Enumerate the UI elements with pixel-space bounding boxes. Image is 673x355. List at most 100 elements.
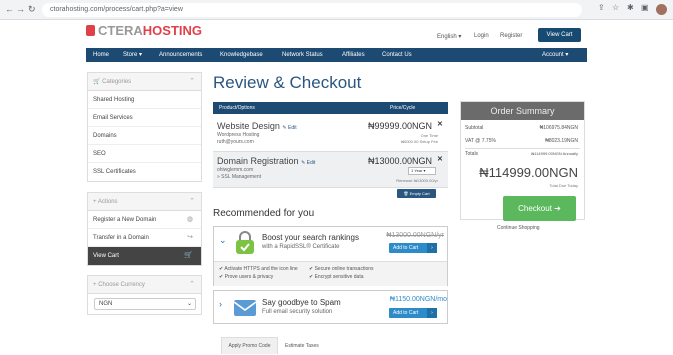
nav-contact-us[interactable]: Contact Us <box>382 48 412 62</box>
sidebar-icon[interactable]: ▣ <box>641 3 649 12</box>
sidebar-item-view-cart[interactable]: View Cart 🛒 <box>88 247 201 265</box>
nav-network-status[interactable]: Network Status <box>282 48 323 62</box>
vat-value: ₦8023.19NGN <box>545 138 578 144</box>
billing-cycle-select[interactable]: 1 Year ▾ <box>408 167 436 175</box>
add-to-cart-button[interactable]: Add to Cart › <box>389 308 437 318</box>
nav-affiliates[interactable]: Affiliates <box>342 48 365 62</box>
remove-item-icon[interactable]: ✕ <box>437 120 443 128</box>
empty-cart-button[interactable]: 🗑 Empty Cart <box>397 189 436 198</box>
categories-title: Categories <box>102 79 132 85</box>
register-link[interactable]: Register <box>500 33 522 39</box>
back-icon[interactable]: ← <box>5 4 14 14</box>
cart-item: Website Design ✎ Edit Wordpress Hosting … <box>213 114 448 152</box>
empty-cart-label: Empty Cart <box>409 191 430 196</box>
remove-item-icon[interactable]: ✕ <box>437 155 443 163</box>
share-arrow-icon: ↪ <box>187 234 193 241</box>
col-price: Price/Cycle <box>390 105 416 111</box>
sidebar-item-register-domain[interactable]: Register a New Domain ◍ <box>88 211 201 229</box>
order-summary-title: Order Summary <box>461 102 584 120</box>
item-renewal: Renewal: ₦13000.00/yr <box>396 178 438 183</box>
language-label: English <box>437 34 457 40</box>
tab-apply-promo[interactable]: Apply Promo Code <box>221 337 278 354</box>
cart-table-header: Product/Options Price/Cycle <box>213 102 448 114</box>
cart-item: Domain Registration ✎ Edit ohiwglemm.com… <box>213 152 448 188</box>
item-price: ₦99999.00NGN <box>368 121 433 131</box>
chevron-up-icon: ⌃ <box>189 78 195 85</box>
plus-icon: + <box>93 282 97 288</box>
reload-icon[interactable]: ↻ <box>28 4 36 15</box>
language-selector[interactable]: English ▾ <box>437 33 461 40</box>
nav-account-label: Account <box>542 52 564 58</box>
nav-announcements[interactable]: Announcements <box>159 48 202 62</box>
chevron-up-icon: ⌃ <box>189 281 195 288</box>
edit-link[interactable]: ✎ Edit <box>301 160 315 166</box>
forward-icon[interactable]: → <box>16 4 25 14</box>
edit-link[interactable]: ✎ Edit <box>282 125 296 131</box>
currency-select[interactable]: NGN ⌄ <box>94 298 196 310</box>
actions-header[interactable]: + Actions ⌃ <box>88 193 201 211</box>
actions-panel: + Actions ⌃ Register a New Domain ◍ Transf… <box>87 192 202 266</box>
continue-shopping-link[interactable]: Continue Shopping <box>497 225 540 231</box>
totals-value: ₦114999.00NGN Annually <box>531 151 578 156</box>
subtotal-label: Subtotal <box>465 125 484 131</box>
site-logo[interactable]: CTERAHOSTING <box>86 23 202 41</box>
currency-panel: + Choose Currency ⌃ NGN ⌄ <box>87 275 202 315</box>
item-detail: Wordpress Hosting <box>217 132 260 138</box>
page-title: Review & Checkout <box>213 73 362 92</box>
sidebar-item-shared-hosting[interactable]: Shared Hosting <box>88 91 201 109</box>
subtotal-value: ₦106975.84NGN <box>539 125 578 131</box>
tab-estimate-taxes[interactable]: Estimate Taxes <box>285 343 319 349</box>
item-name: Website Design ✎ Edit <box>217 121 297 131</box>
nav-account[interactable]: Account ▾ <box>542 48 568 62</box>
login-link[interactable]: Login <box>474 33 489 39</box>
address-bar[interactable]: ctorahosting.com/process/cart.php?a=view <box>42 3 582 17</box>
item-name: Domain Registration ✎ Edit <box>217 156 315 166</box>
star-icon[interactable]: ☆ <box>612 3 619 12</box>
nav-knowledgebase[interactable]: Knowledgebase <box>220 48 263 62</box>
total-due-label: Total Due Today <box>549 183 578 188</box>
nav-home[interactable]: Home <box>93 48 109 62</box>
feature-list: ✔ Activate HTTPS and the icon line ✔ Sec… <box>214 261 447 286</box>
item-detail: » SSL Management <box>217 174 262 180</box>
feature-text: Prove users & privacy <box>224 274 274 280</box>
extensions-icon[interactable]: ✱ <box>627 3 634 12</box>
sidebar-item-ssl-certificates[interactable]: SSL Certificates <box>88 163 201 181</box>
categories-header[interactable]: 🛒 Categories ⌃ <box>88 73 201 91</box>
feature-item: ✔ Prove users & privacy <box>219 274 273 280</box>
feature-item: ✔ Encrypt sensitive data <box>309 274 364 280</box>
checkout-button[interactable]: Checkout ➔ <box>503 196 576 221</box>
item-price: ₦13000.00NGN <box>368 156 433 166</box>
sidebar-item-domains[interactable]: Domains <box>88 127 201 145</box>
nav-store[interactable]: Store ▾ <box>123 48 142 62</box>
item-detail: ruth@yours.com <box>217 139 254 145</box>
logo-text-1: CTERA <box>98 23 143 38</box>
currency-value: NGN <box>99 301 113 307</box>
chevron-down-icon[interactable]: ⌄ <box>219 235 227 246</box>
sidebar-item-email-services[interactable]: Email Services <box>88 109 201 127</box>
ssl-lock-icon <box>236 231 254 254</box>
edit-label: Edit <box>287 125 297 131</box>
profile-avatar[interactable] <box>656 4 667 15</box>
recommendation-card: ⌄ Boost your search rankings with a Rapi… <box>213 226 448 286</box>
vat-label: VAT @ 7.75% <box>465 138 496 144</box>
chevron-down-icon: ▾ <box>565 52 569 58</box>
add-to-cart-label: Add to Cart <box>393 310 419 316</box>
currency-header[interactable]: + Choose Currency ⌃ <box>88 276 201 294</box>
cart-icon: 🛒 <box>184 252 193 259</box>
check-icon: ✔ <box>309 274 314 280</box>
chevron-right-icon: › <box>427 243 437 253</box>
register-domain-label: Register a New Domain <box>93 217 157 223</box>
actions-title: Actions <box>97 199 118 205</box>
chevron-right-icon[interactable]: › <box>219 299 222 309</box>
sidebar-item-seo[interactable]: SEO <box>88 145 201 163</box>
totals-label: Totals <box>465 151 479 157</box>
share-icon[interactable]: ⇪ <box>598 3 605 12</box>
recommendation-price: ₦1150.00NGN/mo <box>389 296 447 303</box>
sidebar-item-transfer-domain[interactable]: Transfer in a Domain ↪ <box>88 229 201 247</box>
view-cart-button[interactable]: View Cart <box>538 28 581 42</box>
item-name-text: Domain Registration <box>217 156 299 166</box>
chevron-right-icon: › <box>427 308 437 318</box>
add-to-cart-button[interactable]: Add to Cart › <box>389 243 437 253</box>
categories-panel: 🛒 Categories ⌃ Shared Hosting Email Servi… <box>87 72 202 182</box>
chevron-down-icon: ▾ <box>458 34 462 40</box>
